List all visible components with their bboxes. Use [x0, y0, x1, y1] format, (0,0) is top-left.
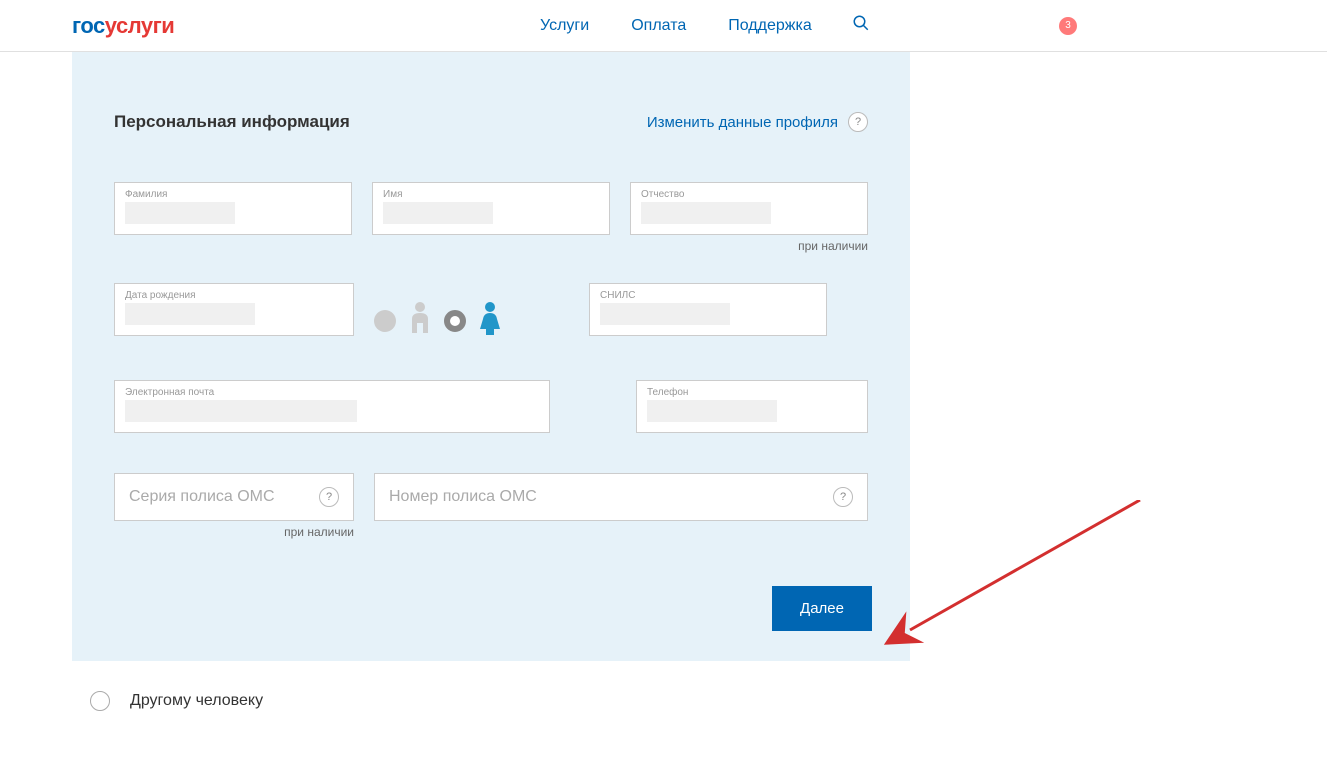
- patronymic-label: Отчество: [641, 189, 857, 200]
- search-icon[interactable]: [852, 14, 870, 37]
- site-header: госуслуги Услуги Оплата Поддержка 3: [0, 0, 1327, 52]
- female-icon: [478, 301, 502, 340]
- oms-number-placeholder: Номер полиса ОМС: [389, 488, 537, 506]
- gender-male-radio[interactable]: [374, 310, 396, 332]
- other-person-option[interactable]: Другому человеку: [90, 691, 1255, 711]
- notification-badge[interactable]: 3: [1059, 17, 1077, 35]
- firstname-value: [383, 202, 493, 224]
- phone-label: Телефон: [647, 387, 857, 398]
- patronymic-value: [641, 202, 771, 224]
- logo[interactable]: госуслуги: [72, 13, 174, 39]
- section-title: Персональная информация: [114, 112, 350, 132]
- firstname-field[interactable]: Имя: [372, 182, 610, 235]
- lastname-field[interactable]: Фамилия: [114, 182, 352, 235]
- snils-value: [600, 303, 730, 325]
- other-person-label: Другому человеку: [130, 692, 263, 710]
- main-nav: Услуги Оплата Поддержка: [540, 17, 812, 35]
- other-person-radio[interactable]: [90, 691, 110, 711]
- phone-value: [647, 400, 777, 422]
- nav-services[interactable]: Услуги: [540, 17, 589, 35]
- oms-series-input[interactable]: Серия полиса ОМС ?: [114, 473, 354, 521]
- phone-field[interactable]: Телефон: [636, 380, 868, 433]
- logo-part1: гос: [72, 13, 105, 38]
- birthdate-field[interactable]: Дата рождения: [114, 283, 354, 336]
- oms-series-hint: при наличии: [114, 525, 354, 539]
- help-icon[interactable]: ?: [319, 487, 339, 507]
- help-icon[interactable]: ?: [848, 112, 868, 132]
- logo-part2: услуги: [105, 13, 175, 38]
- change-profile-link[interactable]: Изменить данные профиля ?: [647, 112, 868, 132]
- male-icon: [408, 301, 432, 340]
- nav-payment[interactable]: Оплата: [631, 17, 686, 35]
- oms-number-input[interactable]: Номер полиса ОМС ?: [374, 473, 868, 521]
- personal-info-panel: Персональная информация Изменить данные …: [72, 52, 910, 661]
- nav-support[interactable]: Поддержка: [728, 17, 811, 35]
- next-button[interactable]: Далее: [772, 586, 872, 631]
- patronymic-hint: при наличии: [630, 239, 868, 253]
- change-profile-text: Изменить данные профиля: [647, 114, 838, 131]
- snils-label: СНИЛС: [600, 290, 816, 301]
- oms-series-placeholder: Серия полиса ОМС: [129, 488, 275, 506]
- gender-group: [374, 283, 502, 340]
- lastname-label: Фамилия: [125, 189, 341, 200]
- snils-field[interactable]: СНИЛС: [589, 283, 827, 336]
- lastname-value: [125, 202, 235, 224]
- gender-female-radio[interactable]: [444, 310, 466, 332]
- email-value: [125, 400, 357, 422]
- birthdate-label: Дата рождения: [125, 290, 343, 301]
- firstname-label: Имя: [383, 189, 599, 200]
- patronymic-field[interactable]: Отчество: [630, 182, 868, 235]
- help-icon[interactable]: ?: [833, 487, 853, 507]
- email-label: Электронная почта: [125, 387, 539, 398]
- birthdate-value: [125, 303, 255, 325]
- email-field[interactable]: Электронная почта: [114, 380, 550, 433]
